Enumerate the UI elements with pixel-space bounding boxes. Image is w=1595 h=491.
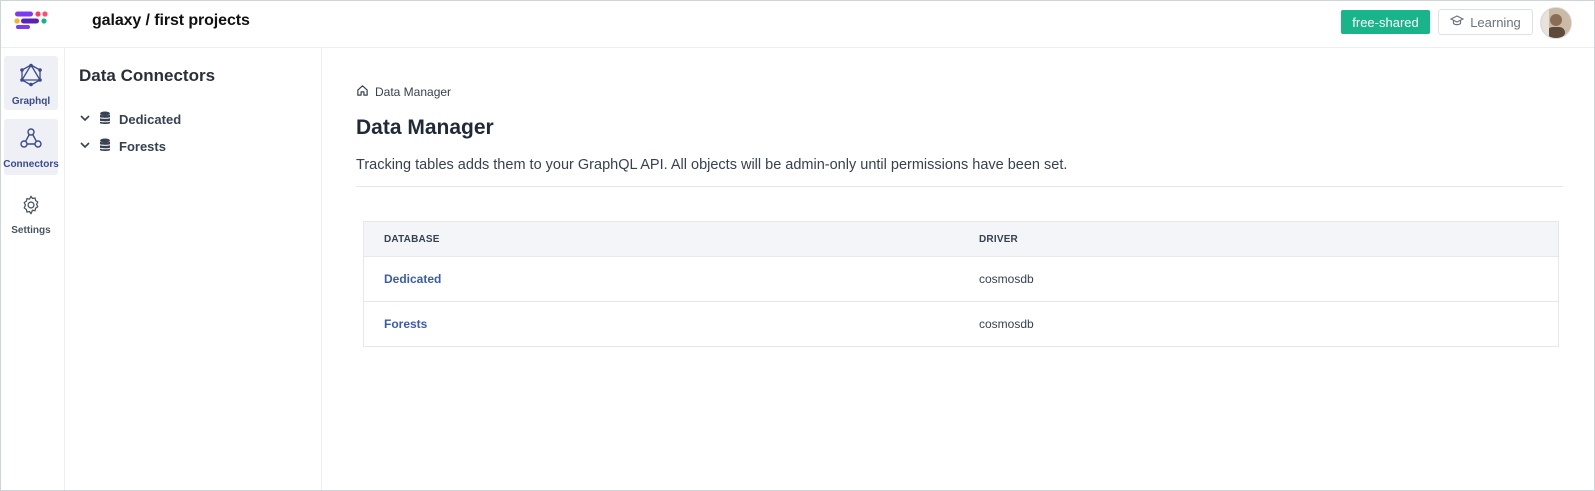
graphql-icon	[19, 63, 43, 92]
rail-label-connectors: Connectors	[3, 159, 59, 170]
database-link[interactable]: Forests	[364, 317, 959, 331]
rail-item-settings[interactable]: Settings	[4, 186, 58, 240]
page-title: Data Manager	[356, 116, 494, 139]
tree-item-forests[interactable]: Forests	[79, 138, 166, 155]
database-icon	[99, 138, 111, 155]
learning-label: Learning	[1470, 14, 1521, 30]
table-header: DATABASE DRIVER	[364, 222, 1558, 256]
rail-label-settings: Settings	[11, 225, 51, 236]
column-header-driver: DRIVER	[979, 233, 1018, 245]
learning-button[interactable]: Learning	[1438, 9, 1533, 35]
plan-badge-button[interactable]: free-shared	[1341, 10, 1430, 34]
main-content: Data Manager Data Manager Tracking table…	[322, 48, 1594, 490]
tree-item-label: Forests	[119, 139, 166, 154]
top-bar: galaxy / first projects free-shared Lear…	[1, 1, 1594, 48]
database-icon	[99, 111, 111, 128]
database-link[interactable]: Dedicated	[364, 272, 959, 286]
app-logo[interactable]	[13, 10, 49, 30]
rail-label-graphql: Graphql	[11, 96, 51, 107]
tree-item-dedicated[interactable]: Dedicated	[79, 111, 181, 128]
column-header-database: DATABASE	[384, 233, 440, 245]
app-window: galaxy / first projects free-shared Lear…	[0, 0, 1595, 491]
chevron-down-icon[interactable]	[79, 112, 91, 127]
icon-rail: Graphql Connectors Settings	[1, 48, 65, 490]
rail-item-connectors[interactable]: Connectors	[3, 119, 59, 175]
home-icon[interactable]	[356, 84, 369, 100]
database-table: DATABASE DRIVER Dedicated cosmosdb Fores…	[363, 221, 1559, 347]
driver-cell: cosmosdb	[979, 317, 1034, 331]
graduation-cap-icon	[1449, 14, 1465, 30]
data-connectors-panel: Data Connectors Dedicated Forests	[65, 48, 322, 490]
breadcrumb-label[interactable]: Data Manager	[375, 85, 451, 99]
connectors-icon	[20, 128, 42, 155]
panel-title: Data Connectors	[79, 66, 216, 85]
tree-item-label: Dedicated	[119, 112, 182, 127]
breadcrumb: Data Manager	[356, 84, 451, 100]
table-row: Forests cosmosdb	[364, 301, 1558, 346]
project-title[interactable]: galaxy / first projects	[92, 12, 250, 30]
gear-icon	[20, 194, 42, 221]
rail-item-graphql[interactable]: Graphql	[4, 56, 58, 110]
table-row: Dedicated cosmosdb	[364, 256, 1558, 301]
chevron-down-icon[interactable]	[79, 139, 91, 154]
user-avatar[interactable]	[1540, 7, 1572, 39]
driver-cell: cosmosdb	[979, 272, 1034, 286]
page-description: Tracking tables adds them to your GraphQ…	[356, 157, 1068, 173]
divider	[356, 186, 1563, 187]
